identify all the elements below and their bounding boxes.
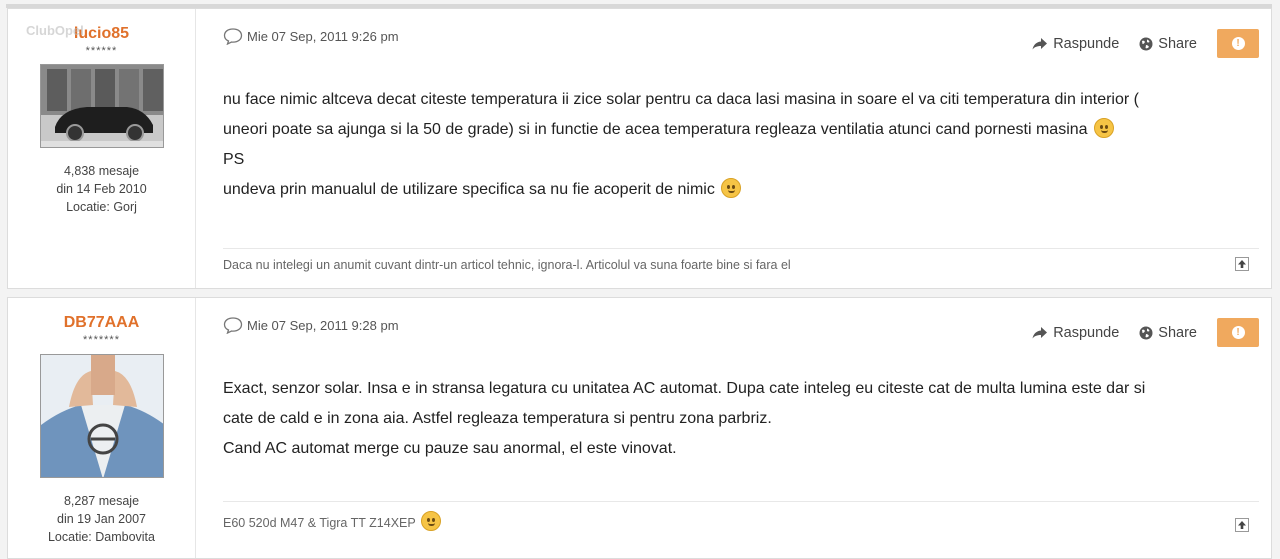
globe-icon — [1139, 37, 1153, 50]
forum-post: ClubOpel lucio85 ****** 4,838 mesaje din… — [7, 8, 1272, 289]
back-to-top-button[interactable] — [1235, 518, 1249, 532]
reply-label: Raspunde — [1053, 35, 1120, 52]
post-line: undeva prin manualul de utilizare specif… — [223, 181, 715, 198]
post-actions: Raspunde Share ! — [1032, 29, 1259, 58]
wink-emoji-icon — [1094, 118, 1114, 138]
post-actions: Raspunde Share ! — [1032, 318, 1259, 347]
report-button[interactable]: ! — [1217, 29, 1259, 58]
author-panel: ClubOpel lucio85 ****** 4,838 mesaje din… — [8, 9, 196, 288]
arrow-up-icon — [1238, 260, 1246, 268]
speech-bubble-icon — [223, 28, 243, 45]
reply-button[interactable]: Raspunde — [1032, 36, 1119, 52]
author-rank-stars: ****** — [85, 45, 118, 57]
post-line: Exact, senzor solar. Insa e in stransa l… — [223, 380, 1146, 397]
reply-arrow-icon — [1032, 326, 1048, 338]
share-button[interactable]: Share — [1139, 36, 1197, 52]
share-label: Share — [1158, 35, 1197, 52]
post-date-text: Mie 07 Sep, 2011 9:28 pm — [247, 317, 399, 333]
globe-icon — [1139, 326, 1153, 339]
share-button[interactable]: Share — [1139, 325, 1197, 341]
report-button[interactable]: ! — [1217, 318, 1259, 347]
author-name[interactable]: DB77AAA — [8, 314, 195, 332]
post-date-text: Mie 07 Sep, 2011 9:26 pm — [247, 28, 399, 44]
avatar[interactable] — [39, 64, 164, 148]
grin-emoji-icon — [420, 511, 441, 531]
post-date[interactable]: Mie 07 Sep, 2011 9:28 pm — [223, 316, 399, 334]
post-line: uneori poate sa ajunga si la 50 de grade… — [223, 121, 1088, 138]
reply-button[interactable]: Raspunde — [1032, 325, 1119, 341]
speech-bubble-icon — [223, 317, 243, 334]
reply-arrow-icon — [1032, 37, 1048, 49]
post-content: Mie 07 Sep, 2011 9:26 pm Raspunde Share … — [223, 9, 1259, 288]
exclamation-icon: ! — [1231, 326, 1245, 339]
author-post-count: 8,287 mesaje — [63, 494, 140, 508]
avatar[interactable] — [39, 354, 164, 478]
post-line: Cand AC automat merge cu pauze sau anorm… — [223, 440, 677, 457]
post-line: cate de cald e in zona aia. Astfel regle… — [223, 410, 772, 427]
author-panel: DB77AAA ******* 8,287 mesaje din 19 Jan … — [8, 298, 196, 558]
post-content: Mie 07 Sep, 2011 9:28 pm Raspunde Share … — [223, 298, 1259, 558]
author-location: Locatie: Gorj — [66, 200, 137, 214]
post-date[interactable]: Mie 07 Sep, 2011 9:26 pm — [223, 27, 399, 45]
post-line: PS — [223, 151, 245, 168]
post-signature: Daca nu intelegi un anumit cuvant dintr-… — [223, 248, 1259, 272]
post-body: Exact, senzor solar. Insa e in stransa l… — [223, 374, 1239, 464]
signature-text: E60 520d M47 & Tigra TT Z14XEP — [223, 516, 416, 530]
flushed-emoji-icon — [721, 178, 742, 198]
post-body: nu face nimic altceva decat citeste temp… — [223, 85, 1239, 205]
exclamation-icon: ! — [1231, 37, 1245, 50]
author-post-count: 4,838 mesaje — [63, 164, 140, 178]
share-label: Share — [1158, 324, 1197, 341]
author-join-date: din 19 Jan 2007 — [57, 512, 146, 526]
arrow-up-icon — [1238, 521, 1246, 529]
post-line: nu face nimic altceva decat citeste temp… — [223, 91, 1139, 108]
author-rank-stars: ******* — [83, 334, 120, 346]
post-signature: E60 520d M47 & Tigra TT Z14XEP — [223, 501, 1259, 531]
reply-label: Raspunde — [1053, 324, 1120, 341]
forum-post: DB77AAA ******* 8,287 mesaje din 19 Jan … — [7, 297, 1272, 559]
site-watermark: ClubOpel — [26, 23, 84, 38]
author-location: Locatie: Dambovita — [47, 530, 155, 544]
back-to-top-button[interactable] — [1235, 257, 1249, 271]
author-join-date: din 14 Feb 2010 — [56, 182, 147, 196]
